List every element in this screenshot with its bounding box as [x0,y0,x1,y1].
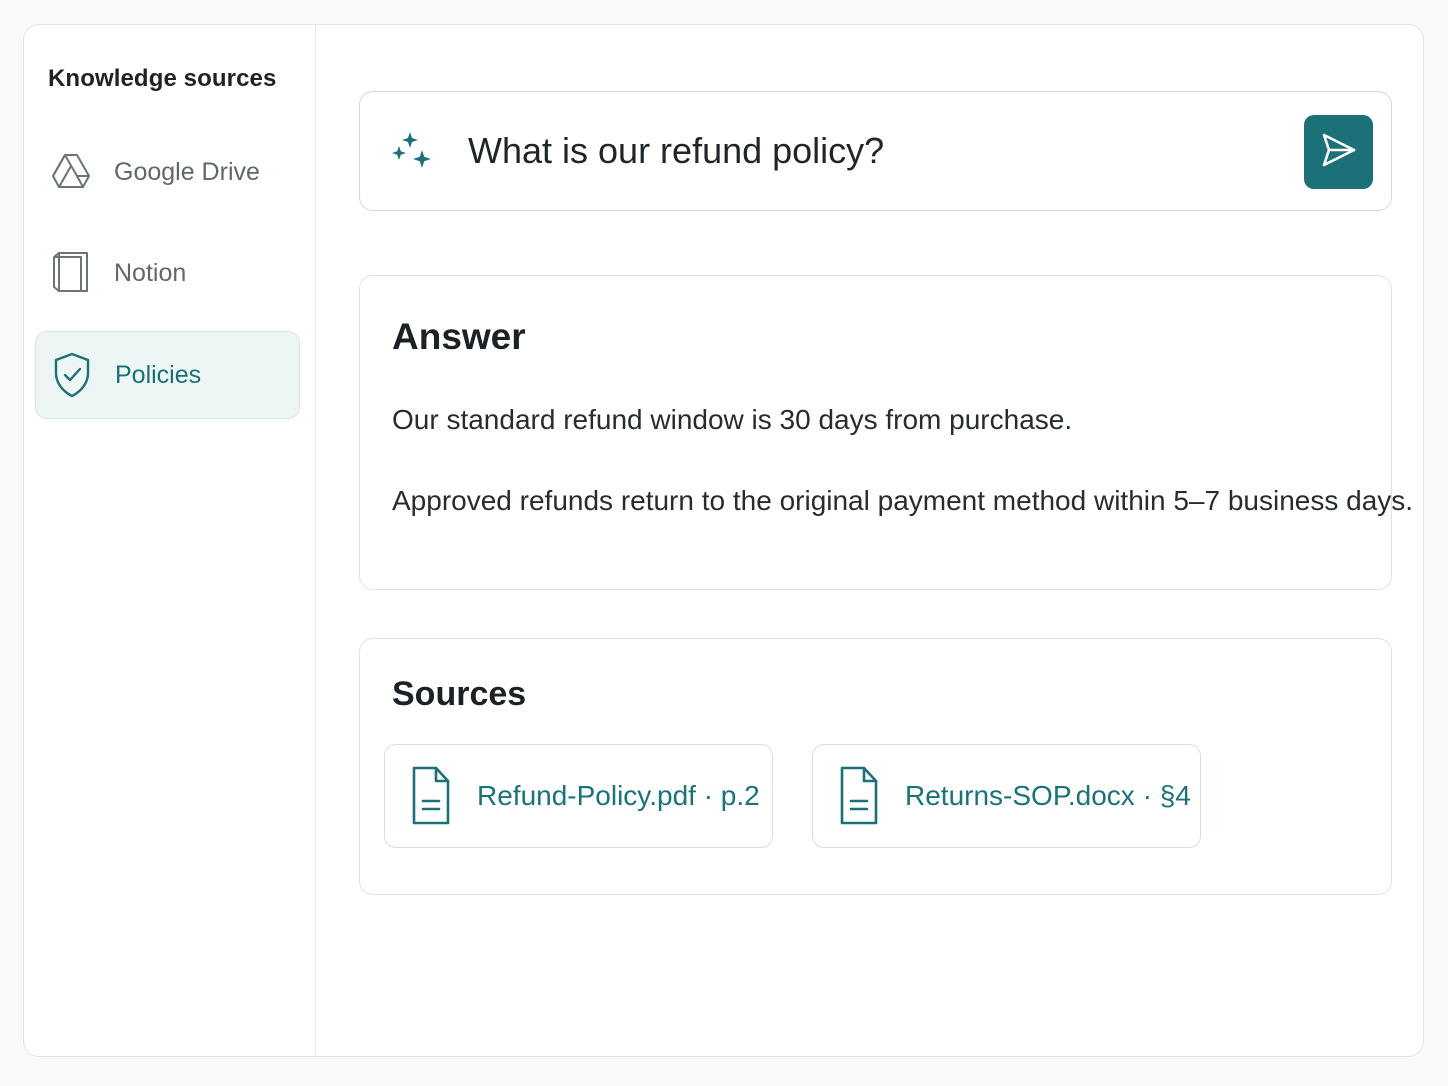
source-chip-returns-sop[interactable]: Returns-SOP.docx · §4 [812,744,1201,848]
answer-paragraph: Our standard refund window is 30 days fr… [392,404,1073,435]
app-window: Knowledge sources Google Drive Notion Po… [23,24,1424,1057]
notion-icon [51,252,91,293]
document-icon [409,764,453,828]
sidebar-item-label: Policies [115,360,202,389]
send-icon [1320,131,1358,174]
sidebar-item-label: Google Drive [114,157,260,186]
send-button[interactable] [1304,115,1373,189]
document-icon [837,764,881,828]
google-drive-icon [51,152,91,192]
sidebar: Knowledge sources Google Drive Notion Po… [24,25,316,1056]
source-chip-label: Refund-Policy.pdf · p.2 [477,780,760,811]
answer-heading: Answer [392,316,526,357]
sources-card: Sources Refund-Policy.pdf · p.2 Returns-… [359,638,1392,895]
sidebar-item-label: Notion [114,258,187,287]
answer-card: Answer Our standard refund window is 30 … [359,275,1413,590]
sidebar-item-policies[interactable]: Policies [35,331,300,419]
sparkle-icon [390,130,434,174]
sources-heading: Sources [392,675,527,713]
sidebar-title: Knowledge sources [48,65,277,92]
answer-paragraph: Approved refunds return to the original … [392,485,1414,516]
shield-check-icon [52,352,92,398]
query-input[interactable] [468,126,1268,176]
source-chip-refund-policy[interactable]: Refund-Policy.pdf · p.2 [384,744,773,848]
sidebar-item-notion[interactable]: Notion [35,229,300,317]
source-chip-label: Returns-SOP.docx · §4 [905,780,1191,811]
query-box [359,91,1392,211]
sidebar-item-google-drive[interactable]: Google Drive [35,128,300,216]
